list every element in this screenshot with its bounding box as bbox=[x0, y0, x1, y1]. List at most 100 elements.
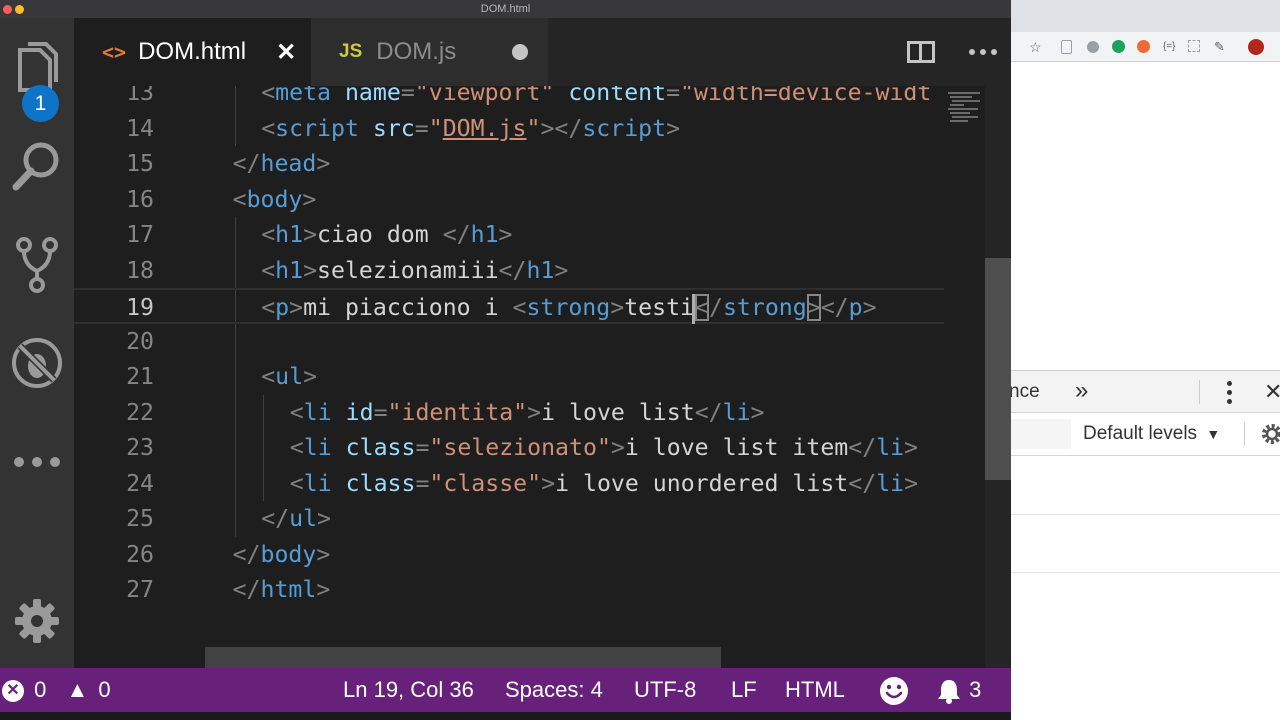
line-number: 13 bbox=[126, 86, 154, 106]
line-number: 20 bbox=[126, 327, 154, 355]
warning-icon: ▲ bbox=[66, 677, 89, 702]
code-line[interactable]: 23 <li class="selezionato">i love list it… bbox=[74, 430, 944, 466]
bookmark-star-icon[interactable]: ☆ bbox=[1029, 40, 1043, 54]
cursor-position[interactable]: Ln 19, Col 36 bbox=[343, 668, 474, 712]
devtools-menu-icon[interactable] bbox=[1227, 381, 1232, 404]
extension-orange-icon[interactable] bbox=[1137, 40, 1150, 53]
line-ending[interactable]: LF bbox=[731, 668, 757, 712]
code-token: > bbox=[498, 221, 513, 248]
warning-count: 0 bbox=[98, 677, 111, 702]
console-row-divider bbox=[1011, 572, 1280, 573]
code-token: h1 bbox=[526, 256, 555, 284]
code-line[interactable]: 24 <li class="classe">i love unordered li… bbox=[74, 466, 944, 502]
code-line[interactable]: 25 </ul> bbox=[74, 501, 944, 537]
code-token: > bbox=[303, 256, 318, 284]
code-token: > bbox=[904, 469, 919, 497]
code-token: class bbox=[331, 434, 416, 461]
code-token: </ bbox=[498, 256, 527, 284]
code-token: " bbox=[526, 114, 541, 142]
code-token: </ bbox=[442, 221, 471, 248]
code-editor[interactable]: 13 <meta name="viewport" content="width=d… bbox=[74, 86, 944, 668]
code-token: < bbox=[289, 398, 304, 426]
code-line[interactable]: 13 <meta name="viewport" content="width=d… bbox=[74, 86, 944, 111]
code-token: body bbox=[246, 185, 303, 213]
code-content: <h1>selezionamiii</h1> bbox=[261, 253, 568, 289]
code-content: <li class="selezionato">i love list item… bbox=[290, 430, 918, 466]
split-editor-icon[interactable] bbox=[907, 41, 935, 63]
code-token: "selezionato" bbox=[429, 434, 611, 461]
error-icon: ✕ bbox=[2, 680, 24, 703]
code-line[interactable]: 19 <p>mi piacciono i <strong>testi</stron… bbox=[74, 288, 944, 324]
overflow-tabs-icon[interactable]: » bbox=[1075, 371, 1088, 411]
indentation[interactable]: Spaces: 4 bbox=[505, 668, 603, 712]
explorer-badge: 1 bbox=[22, 85, 59, 122]
minimap[interactable] bbox=[944, 86, 985, 668]
code-line[interactable]: 18 <h1>selezionamiii</h1> bbox=[74, 253, 944, 289]
close-window-button[interactable] bbox=[3, 5, 12, 14]
notifications[interactable]: 3 bbox=[937, 668, 981, 712]
problems-indicator[interactable]: ✕ 0 ▲ 0 bbox=[2, 668, 111, 712]
code-line[interactable]: 16 <body> bbox=[74, 182, 944, 218]
screen: DOM.html 1 <> DOM.html ✕ JS DOM.js 13 <m… bbox=[0, 0, 1280, 720]
code-token: > bbox=[806, 294, 821, 321]
tab-dom-html[interactable]: <> DOM.html ✕ bbox=[74, 18, 311, 86]
code-line[interactable]: 27 </html> bbox=[74, 572, 944, 608]
code-token: i love list bbox=[541, 398, 695, 426]
eyedropper-icon[interactable]: ✎ bbox=[1214, 40, 1228, 54]
console-settings-icon[interactable] bbox=[1261, 423, 1280, 450]
code-token: content bbox=[554, 86, 667, 106]
code-token: p bbox=[848, 294, 863, 321]
code-token: body bbox=[260, 540, 317, 568]
browser-window: ☆ {=} ✎ nce » ✕ Default levels ▼ bbox=[1011, 0, 1280, 720]
code-content: </head> bbox=[233, 146, 331, 182]
encoding[interactable]: UTF-8 bbox=[634, 668, 696, 712]
code-line[interactable]: 22 <li id="identita">i love list</li> bbox=[74, 395, 944, 431]
code-line[interactable]: 26 </body> bbox=[74, 537, 944, 573]
search-icon[interactable] bbox=[0, 140, 74, 192]
line-number: 19 bbox=[126, 294, 154, 321]
json-extension-icon[interactable]: {=} bbox=[1163, 40, 1177, 54]
code-token: id bbox=[331, 398, 374, 426]
more-actions-icon[interactable] bbox=[969, 49, 997, 55]
line-number: 24 bbox=[126, 469, 154, 497]
close-tab-icon[interactable]: ✕ bbox=[276, 38, 296, 67]
debug-icon[interactable] bbox=[0, 336, 74, 390]
code-content: </html> bbox=[233, 572, 331, 608]
code-line[interactable]: 15 </head> bbox=[74, 146, 944, 182]
extension-green-icon[interactable] bbox=[1112, 40, 1125, 53]
horizontal-scrollbar[interactable] bbox=[205, 647, 721, 668]
extension-page-icon[interactable] bbox=[1061, 40, 1072, 54]
code-token: </ bbox=[820, 294, 849, 321]
code-token: h1 bbox=[275, 221, 304, 248]
close-devtools-icon[interactable]: ✕ bbox=[1264, 371, 1280, 413]
code-content: </ul> bbox=[261, 501, 331, 537]
vertical-scrollbar-thumb[interactable] bbox=[985, 258, 1011, 480]
code-line[interactable]: 21 <ul> bbox=[74, 359, 944, 395]
gear-icon[interactable] bbox=[0, 598, 74, 644]
code-line[interactable]: 14 <script src="DOM.js"></script> bbox=[74, 111, 944, 147]
feedback-smiley-icon[interactable] bbox=[879, 668, 909, 712]
avatar[interactable] bbox=[1248, 39, 1264, 55]
tab-dom-js[interactable]: JS DOM.js bbox=[311, 18, 548, 86]
code-content: <h1>ciao dom </h1> bbox=[261, 217, 512, 253]
code-token: > bbox=[666, 114, 681, 142]
extension-circle-icon[interactable] bbox=[1087, 41, 1099, 53]
console-toolbar: Default levels ▼ bbox=[1011, 413, 1280, 456]
code-line[interactable]: 17 <h1>ciao dom </h1> bbox=[74, 217, 944, 253]
code-token: > bbox=[303, 221, 318, 248]
devtools-tab-performance[interactable]: nce bbox=[1011, 371, 1040, 413]
line-number: 26 bbox=[126, 540, 154, 568]
source-control-icon[interactable] bbox=[0, 236, 74, 294]
code-token: > bbox=[316, 150, 331, 177]
code-line[interactable]: 20 bbox=[74, 324, 944, 360]
code-token: > bbox=[303, 363, 318, 390]
console-filter-input[interactable] bbox=[1011, 419, 1071, 449]
minimize-window-button[interactable] bbox=[15, 5, 24, 14]
extension-grid-icon[interactable] bbox=[1188, 40, 1200, 52]
more-icon[interactable] bbox=[0, 450, 74, 474]
code-token: > bbox=[862, 294, 877, 321]
log-levels-dropdown[interactable]: Default levels ▼ bbox=[1083, 413, 1220, 455]
language-mode[interactable]: HTML bbox=[785, 668, 845, 712]
code-token: li bbox=[876, 469, 905, 497]
code-token: head bbox=[260, 150, 317, 177]
